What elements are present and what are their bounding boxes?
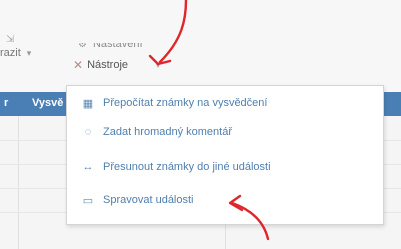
menu-item-label: Přesunout známky do jiné události [103, 161, 271, 173]
arrow-right-icon: ↔ [82, 161, 94, 173]
chevron-down-icon: ▾ [26, 48, 32, 58]
tools-icon: ✕ [73, 58, 84, 72]
toolbar: ⇲ razit ▾ ⚙ Nastavení ✕ Nástroje ▾ [0, 0, 401, 92]
menu-item-spravovat-udalosti[interactable]: ▭ Spravovat události [67, 188, 383, 212]
zobrazit-dropdown[interactable]: razit ▾ [0, 47, 31, 59]
menu-item-label: Přepočítat známky na vysvědčení [103, 97, 268, 109]
grid-header-vysvedceni[interactable]: Vysvě [32, 97, 63, 109]
menu-item-prepocitat-znamky[interactable]: ▦ Přepočítat známky na vysvědčení [67, 91, 383, 115]
menu-item-presunout-znamky[interactable]: ↔ Přesunout známky do jiné události [67, 155, 383, 179]
menu-item-label: Zadat hromadný komentář [103, 126, 233, 138]
grid-header-marker: r [4, 97, 9, 109]
nastaveni-label: Nastavení [92, 38, 143, 50]
zobrazit-label: razit [0, 47, 21, 59]
calendar-icon: ▭ [82, 194, 94, 207]
chevron-down-icon: ▾ [156, 60, 161, 70]
screenshot-canvas: ⇲ razit ▾ ⚙ Nastavení ✕ Nástroje ▾ r Vysvě… [0, 0, 401, 249]
nastroje-dropdown-button[interactable]: ✕ Nástroje ▾ [73, 56, 160, 74]
comment-icon: ◌ [84, 126, 92, 138]
gear-icon: ⚙ [78, 39, 87, 50]
menu-item-label: Spravovat události [103, 194, 194, 206]
nastroje-label: Nástroje [87, 59, 129, 71]
nastaveni-button[interactable]: ⚙ Nastavení [78, 38, 143, 50]
grid-divider [18, 116, 19, 249]
view-icon: ⇲ [6, 34, 15, 45]
menu-item-hromadny-komentar[interactable]: ◌ Zadat hromadný komentář [67, 120, 383, 144]
tools-dropdown-menu: ▦ Přepočítat známky na vysvědčení ◌ Zada… [66, 85, 384, 225]
calculator-icon: ▦ [82, 97, 94, 110]
